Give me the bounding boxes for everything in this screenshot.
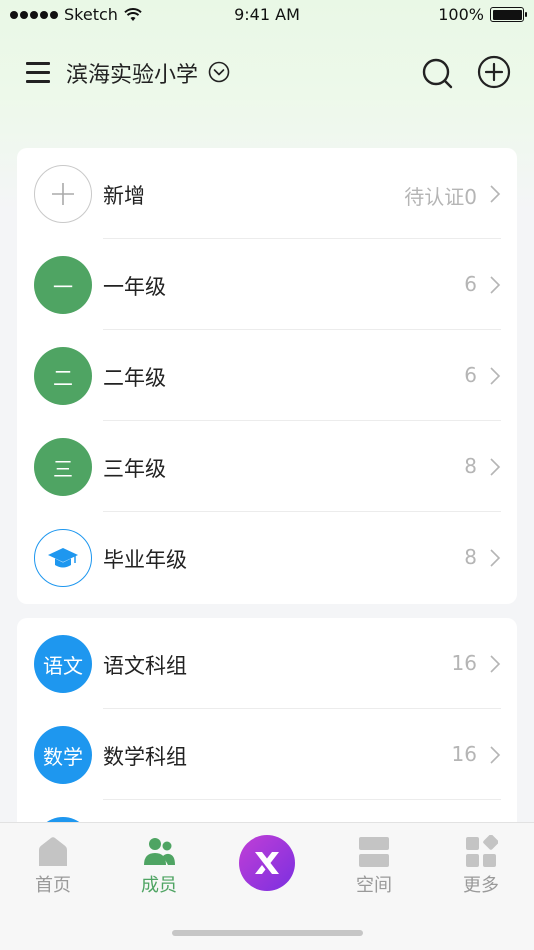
tab-label: 成员: [141, 875, 177, 896]
search-icon[interactable]: [420, 56, 454, 90]
battery-percent: 100%: [438, 5, 484, 24]
tab-label: 更多: [463, 875, 499, 896]
space-icon: [359, 837, 389, 867]
add-icon[interactable]: [477, 55, 511, 89]
battery-icon: [490, 7, 527, 22]
status-bar: Sketch 9:41 AM 100%: [0, 0, 534, 32]
list-item-label: 一年级: [103, 275, 166, 299]
home-icon: [39, 837, 67, 866]
avatar: 一: [34, 256, 92, 314]
list-item-count: 6: [464, 363, 477, 387]
list-item-count: 8: [464, 454, 477, 478]
x-logo-icon: [255, 852, 279, 874]
list-item-grade-2[interactable]: 二 二年级 6: [17, 330, 517, 421]
list-item-label: 数学科组: [103, 745, 187, 769]
list-item-chinese[interactable]: 语文 语文科组 16: [17, 618, 517, 709]
tab-space[interactable]: 空间: [324, 823, 424, 903]
chevron-right-icon: [490, 655, 501, 673]
list-item-label: 语文科组: [103, 654, 187, 678]
tab-label: 空间: [356, 875, 392, 896]
list-item-count: 16: [451, 742, 477, 766]
avatar: 二: [34, 347, 92, 405]
avatar: 语文: [34, 635, 92, 693]
chevron-right-icon: [490, 185, 501, 203]
list-item-label: 三年级: [103, 457, 166, 481]
menu-icon[interactable]: [26, 60, 52, 84]
home-indicator: [172, 930, 363, 936]
center-action-button[interactable]: [239, 835, 295, 891]
list-item-grade-1[interactable]: 一 一年级 6: [17, 239, 517, 330]
list-item-count: 16: [451, 651, 477, 675]
avatar: 三: [34, 438, 92, 496]
list-item-new[interactable]: 新增 待认证0: [17, 148, 517, 239]
avatar: [34, 529, 92, 587]
list-item-graduated[interactable]: 毕业年级 8: [17, 512, 517, 603]
graduation-cap-icon: [48, 548, 78, 568]
list-item-label: 新增: [103, 184, 145, 208]
list-item-math[interactable]: 数学 数学科组 16: [17, 709, 517, 800]
list-item-count: 6: [464, 272, 477, 296]
list-item-count: 待认证0: [404, 185, 477, 209]
chevron-right-icon: [490, 458, 501, 476]
chevron-right-icon: [490, 746, 501, 764]
avatar: [34, 165, 92, 223]
tab-more[interactable]: 更多: [431, 823, 531, 903]
tab-home[interactable]: 首页: [3, 823, 103, 903]
list-item-count: 8: [464, 545, 477, 569]
chevron-right-icon: [490, 276, 501, 294]
list-item-label: 毕业年级: [103, 548, 187, 572]
chevron-right-icon: [490, 549, 501, 567]
subjects-card: 语文 语文科组 16 数学 数学科组 16: [17, 618, 517, 838]
school-name[interactable]: 滨海实验小学: [66, 57, 198, 89]
tab-members[interactable]: 成员: [109, 823, 209, 903]
chevron-right-icon: [490, 367, 501, 385]
list-item-label: 二年级: [103, 366, 166, 390]
chevron-down-icon[interactable]: [208, 61, 230, 83]
avatar: 数学: [34, 726, 92, 784]
grades-card: 新增 待认证0 一 一年级 6 二 二年级 6 三 三年级 8 毕业年级 8: [17, 148, 517, 604]
tab-label: 首页: [35, 875, 71, 896]
members-icon: [144, 838, 175, 865]
list-item-grade-3[interactable]: 三 三年级 8: [17, 421, 517, 512]
grid-icon: [466, 835, 498, 867]
app-header: 滨海实验小学: [0, 50, 534, 94]
plus-icon: [52, 183, 74, 205]
